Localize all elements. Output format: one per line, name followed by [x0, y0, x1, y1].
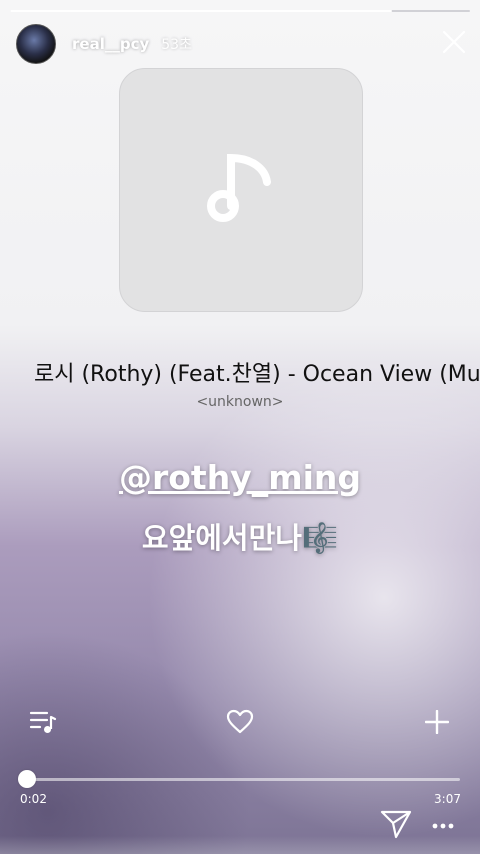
seek-thumb[interactable]	[17, 770, 36, 788]
music-note-icon	[207, 154, 271, 222]
story-progress-bar	[10, 10, 470, 12]
bottom-fade	[0, 836, 480, 854]
album-art	[119, 68, 363, 312]
artist-name: <unknown>	[196, 394, 284, 410]
story-progress-fill	[10, 10, 392, 12]
song-title: 로시 (Rothy) (Feat.찬열) - Ocean View (Mu	[34, 362, 480, 387]
seek-bar[interactable]	[17, 770, 460, 788]
more-icon[interactable]	[430, 816, 456, 836]
elapsed-time: 0:02	[20, 792, 47, 806]
avatar[interactable]	[16, 24, 56, 64]
post-time: 53초	[161, 37, 192, 53]
username[interactable]: real__pcy	[72, 35, 149, 53]
heart-icon[interactable]	[224, 707, 256, 737]
mention-sticker[interactable]: @rothy_ming	[0, 458, 480, 497]
story-header: real__pcy 53초	[16, 24, 192, 64]
playlist-icon[interactable]	[28, 707, 58, 737]
caption-text: 요앞에서만나🎼	[141, 521, 339, 555]
close-icon[interactable]	[442, 30, 466, 54]
plus-icon[interactable]	[422, 707, 452, 737]
total-time: 3:07	[434, 792, 461, 806]
